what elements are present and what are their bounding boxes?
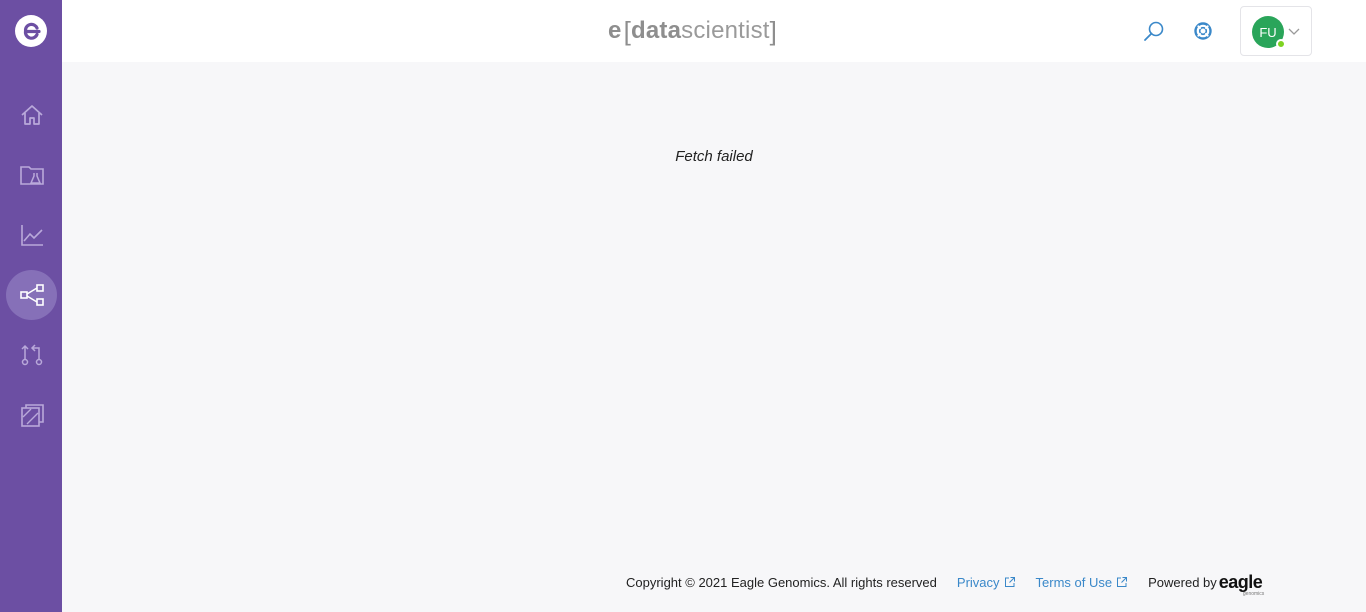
sidebar-item-transforms[interactable] xyxy=(6,330,57,380)
brand-open-bracket: [ xyxy=(623,15,631,46)
brand-close-bracket: ] xyxy=(769,15,778,46)
chevron-down-icon xyxy=(1288,28,1300,35)
user-menu[interactable]: FU xyxy=(1240,6,1312,56)
sidebar-item-home[interactable] xyxy=(6,90,57,140)
eagle-logo-text: eagle xyxy=(1218,571,1263,592)
sidebar xyxy=(0,0,62,612)
e-logo-icon xyxy=(23,22,41,40)
help-button[interactable] xyxy=(1190,18,1216,44)
brand-wordmark: e [ data scientist ] xyxy=(608,16,777,46)
search-button[interactable] xyxy=(1141,18,1167,44)
lifebuoy-icon xyxy=(1194,22,1212,40)
eagle-genomics-logo[interactable]: eagle genomics xyxy=(1218,571,1265,597)
external-link-icon xyxy=(1117,577,1128,587)
online-status-dot xyxy=(1276,39,1286,49)
avatar-initials: FU xyxy=(1259,24,1277,40)
powered-by: Powered by eagle genomics xyxy=(1148,571,1265,597)
brand-scientist: scientist xyxy=(681,17,770,44)
sidebar-item-data-assets[interactable] xyxy=(6,150,57,200)
brand-e: e xyxy=(608,17,622,44)
external-link-icon xyxy=(1004,577,1015,587)
share-nodes-icon xyxy=(19,284,44,306)
privacy-link-label: Privacy xyxy=(956,574,1000,590)
error-message: Fetch failed xyxy=(675,148,753,165)
sidebar-item-analytics[interactable] xyxy=(6,210,57,260)
sidebar-item-workflows[interactable] xyxy=(6,270,57,320)
powered-by-label: Powered by xyxy=(1148,574,1217,590)
line-chart-icon xyxy=(20,225,43,246)
folder-flask-icon xyxy=(19,166,44,185)
terms-link-label: Terms of Use xyxy=(1035,574,1113,590)
brand-data: data xyxy=(631,17,682,44)
footer: Copyright © 2021 Eagle Genomics. All rig… xyxy=(626,571,1265,597)
privacy-link[interactable]: Privacy xyxy=(957,575,1016,590)
stacked-docs-icon xyxy=(20,404,44,427)
copyright-text: Copyright © 2021 Eagle Genomics. All rig… xyxy=(626,574,937,590)
terms-link[interactable]: Terms of Use xyxy=(1036,575,1129,590)
top-header: e [ data scientist ] FU xyxy=(62,0,1366,62)
app-logo[interactable] xyxy=(15,15,47,47)
compare-arrows-icon xyxy=(20,344,42,366)
search-icon xyxy=(1144,21,1164,41)
sidebar-item-reports[interactable] xyxy=(6,390,57,440)
eagle-logo-subtext: genomics xyxy=(1242,590,1265,597)
home-icon xyxy=(20,105,43,125)
